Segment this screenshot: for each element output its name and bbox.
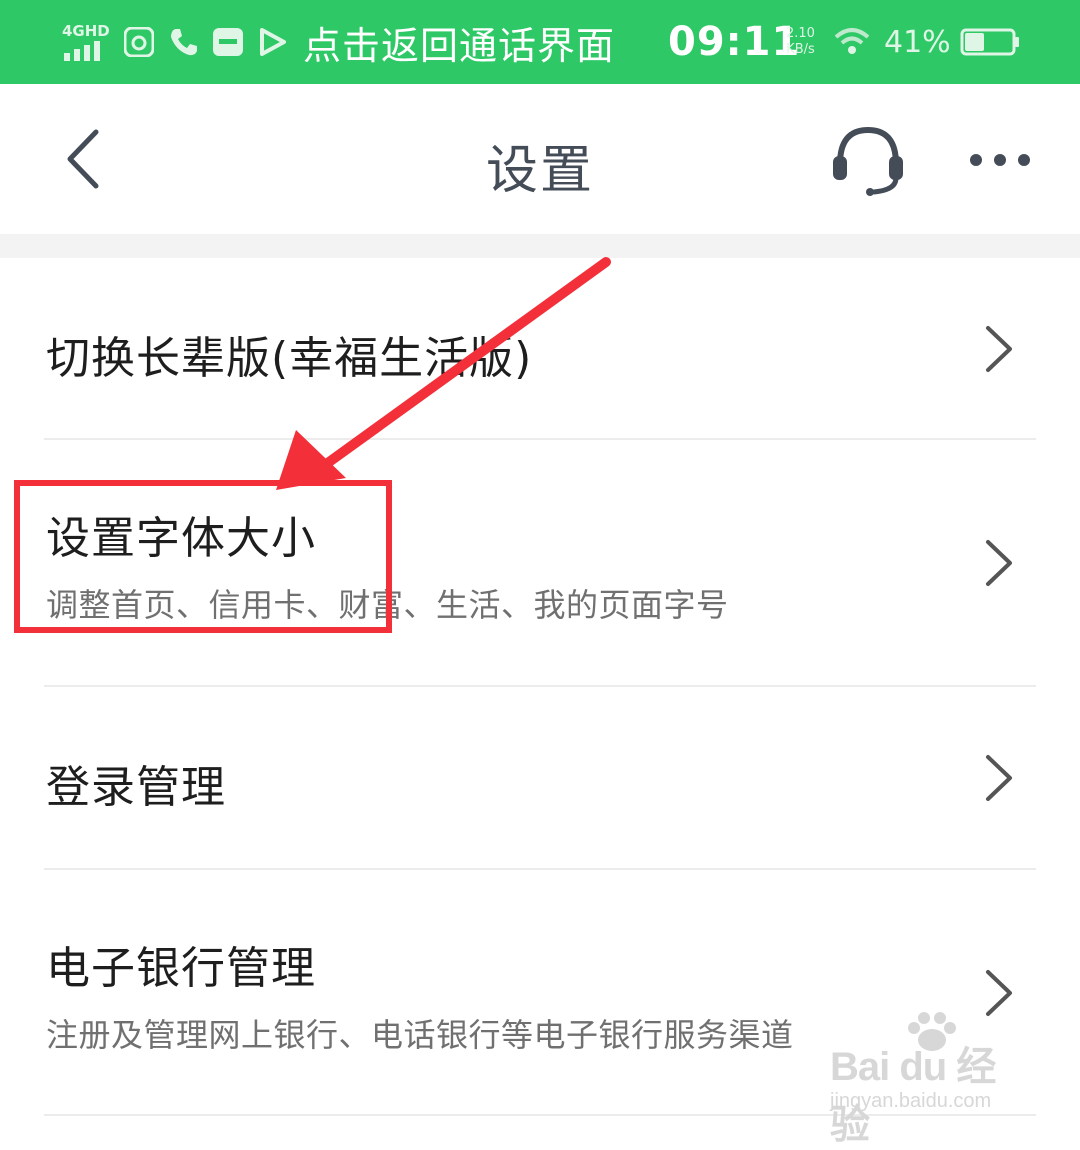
annotation-arrow-icon: [276, 257, 611, 490]
watermark-url: jingyan.baidu.com: [830, 1090, 992, 1112]
watermark: Bai du 经验 jingyan.baidu.com: [826, 1010, 1026, 1147]
